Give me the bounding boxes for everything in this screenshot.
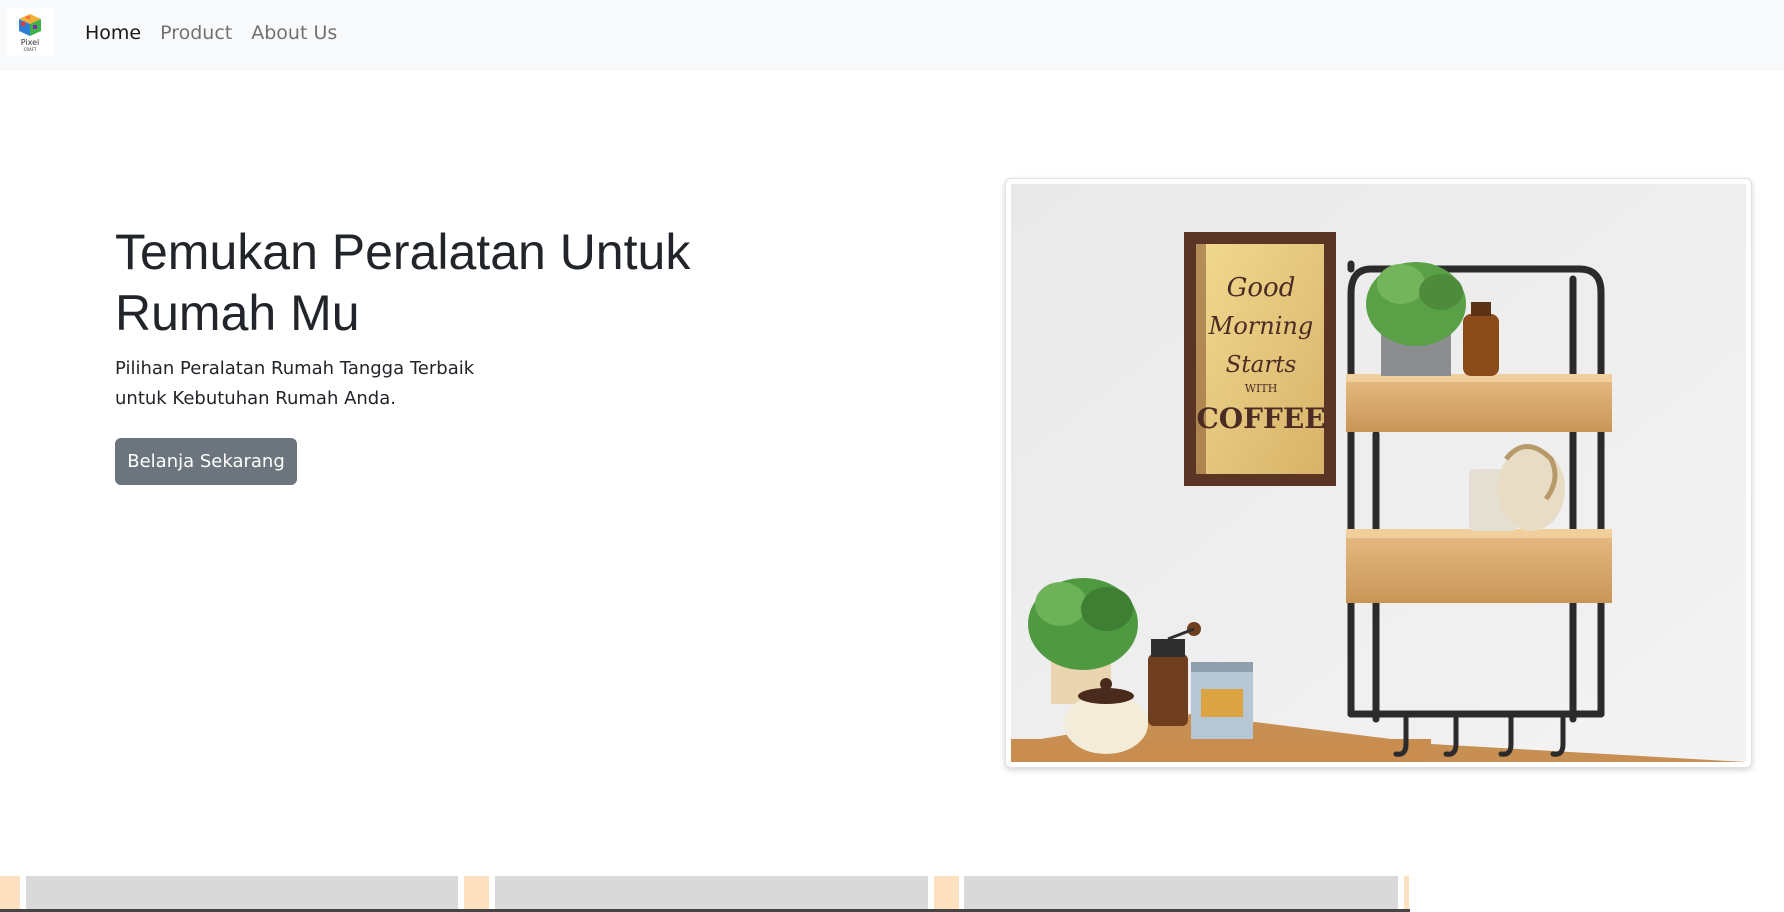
poster-text-2: Morning (1208, 312, 1313, 340)
card-strip-accent-1 (0, 876, 20, 912)
brand-sub: CRAFT (23, 46, 37, 52)
poster-text-4: WITH (1245, 382, 1278, 395)
poster-text-3: Starts (1226, 352, 1297, 378)
product-card-2[interactable] (495, 876, 928, 912)
hero-subtitle: Pilihan Peralatan Rumah Tangga Terbaik un… (115, 354, 515, 414)
poster-text-5: COFFEE (1196, 402, 1325, 435)
hero-image: Good Morning Starts WITH COFFEE (1011, 184, 1746, 762)
nav-link-about-us[interactable]: About Us (251, 20, 337, 46)
hero-image-frame: Good Morning Starts WITH COFFEE (1005, 178, 1752, 768)
nav-link-home[interactable]: Home (85, 20, 141, 46)
card-strip-accent-3 (934, 876, 959, 912)
hero-title-line-2: Rumah Mu (115, 285, 360, 341)
card-strip-accent-4 (1404, 876, 1409, 912)
cube-logo-icon (19, 13, 41, 36)
shop-now-button[interactable]: Belanja Sekarang (115, 438, 297, 485)
nav-links: Home Product About Us (85, 20, 356, 46)
hero-subtitle-line-1: Pilihan Peralatan Rumah Tangga Terbaik (115, 358, 475, 379)
card-strip-accent-2 (464, 876, 489, 912)
hero-subtitle-line-2: untuk Kebutuhan Rumah Anda. (115, 388, 396, 409)
brand-logo[interactable]: Pixel CRAFT (6, 8, 54, 56)
product-card-1[interactable] (26, 876, 458, 912)
nav-link-product[interactable]: Product (160, 20, 232, 46)
hero-title: Temukan Peralatan Untuk Rumah Mu (115, 222, 735, 344)
hero-title-line-1: Temukan Peralatan Untuk (115, 224, 691, 280)
product-card-3[interactable] (964, 876, 1398, 912)
navbar: Pixel CRAFT Home Product About Us (0, 0, 1784, 71)
poster-text-1: Good (1227, 273, 1296, 303)
brand-name: Pixel (20, 37, 40, 47)
